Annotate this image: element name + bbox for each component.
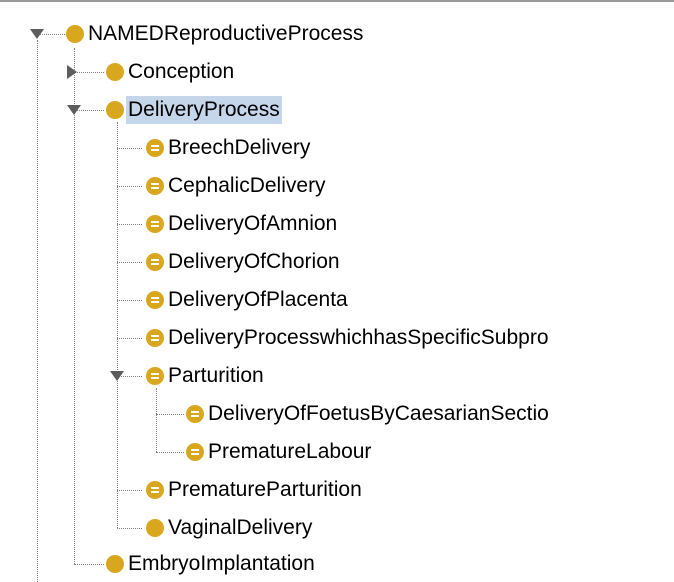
- tree-node-selected[interactable]: DeliveryProcess: [106, 95, 282, 125]
- tree-connector: [117, 262, 142, 263]
- defined-class-icon: [146, 367, 164, 385]
- tree-node-label: DeliveryOfPlacenta: [168, 288, 348, 311]
- defined-class-icon: [186, 405, 204, 423]
- tree-node-label: DeliveryProcess: [126, 96, 282, 124]
- class-dot-icon: [146, 519, 164, 537]
- tree-connector: [117, 528, 142, 529]
- tree-connector: [117, 224, 142, 225]
- tree-node[interactable]: DeliveryOfPlacenta: [146, 285, 348, 315]
- tree-node-label: CephalicDelivery: [168, 174, 326, 197]
- defined-class-icon: [146, 329, 164, 347]
- expand-toggle-icon[interactable]: [30, 29, 44, 39]
- tree-node[interactable]: PrematureLabour: [186, 437, 371, 467]
- tree-node-label: PrematureLabour: [208, 440, 372, 463]
- expand-toggle-icon[interactable]: [67, 105, 81, 115]
- expand-toggle-icon[interactable]: [110, 371, 124, 381]
- tree-node[interactable]: VaginalDelivery: [146, 513, 312, 543]
- tree-node[interactable]: DeliveryOfChorion: [146, 247, 340, 277]
- tree-connector: [117, 300, 142, 301]
- defined-class-icon: [146, 177, 164, 195]
- defined-class-icon: [146, 481, 164, 499]
- tree-node-label: DeliveryOfFoetusByCaesarianSectio: [208, 402, 549, 425]
- tree-connector: [156, 452, 184, 453]
- tree-node[interactable]: DeliveryOfAmnion: [146, 209, 337, 239]
- defined-class-icon: [146, 139, 164, 157]
- tree-node[interactable]: DeliveryOfFoetusByCaesarianSectio: [186, 399, 549, 429]
- tree-connector: [117, 490, 142, 491]
- tree-connector: [117, 338, 142, 339]
- tree-connector: [37, 40, 38, 582]
- defined-class-icon: [186, 443, 204, 461]
- class-dot-icon: [106, 555, 124, 573]
- tree-node[interactable]: BreechDelivery: [146, 133, 310, 163]
- tree-connector: [74, 72, 104, 73]
- tree-connector: [156, 388, 157, 452]
- panel-top-border: [0, 0, 674, 2]
- class-dot-icon: [106, 101, 124, 119]
- tree-node[interactable]: Parturition: [146, 361, 264, 391]
- tree-node-label: Conception: [128, 60, 235, 83]
- tree-node[interactable]: DeliveryProcesswhichhasSpecificSubpro: [146, 323, 549, 353]
- tree-node[interactable]: CephalicDelivery: [146, 171, 326, 201]
- defined-class-icon: [146, 291, 164, 309]
- tree-connector: [117, 122, 118, 528]
- tree-node-label: NAMEDReproductiveProcess: [88, 22, 364, 45]
- defined-class-icon: [146, 215, 164, 233]
- tree-node-label: VaginalDelivery: [168, 516, 313, 539]
- tree-node[interactable]: Conception: [106, 57, 234, 87]
- tree-connector: [117, 186, 142, 187]
- tree-node[interactable]: PrematureParturition: [146, 475, 362, 505]
- tree-node[interactable]: NAMEDReproductiveProcess: [66, 19, 363, 49]
- class-dot-icon: [66, 25, 84, 43]
- tree-node-label: DeliveryProcesswhichhasSpecificSubpro: [168, 326, 549, 349]
- tree-node-label: EmbryoImplantation: [128, 552, 315, 575]
- tree-connector: [117, 148, 142, 149]
- tree-connector: [156, 414, 184, 415]
- tree-node-label: DeliveryOfAmnion: [168, 212, 338, 235]
- tree-node-label: PrematureParturition: [168, 478, 362, 501]
- tree-node[interactable]: EmbryoImplantation: [106, 549, 315, 579]
- tree-node-label: DeliveryOfChorion: [168, 250, 340, 273]
- defined-class-icon: [146, 253, 164, 271]
- tree-connector: [74, 564, 104, 565]
- tree-connector: [74, 48, 75, 564]
- tree-node-label: Parturition: [168, 364, 264, 387]
- collapse-toggle-icon[interactable]: [67, 65, 77, 79]
- class-dot-icon: [106, 63, 124, 81]
- tree-node-label: BreechDelivery: [168, 136, 311, 159]
